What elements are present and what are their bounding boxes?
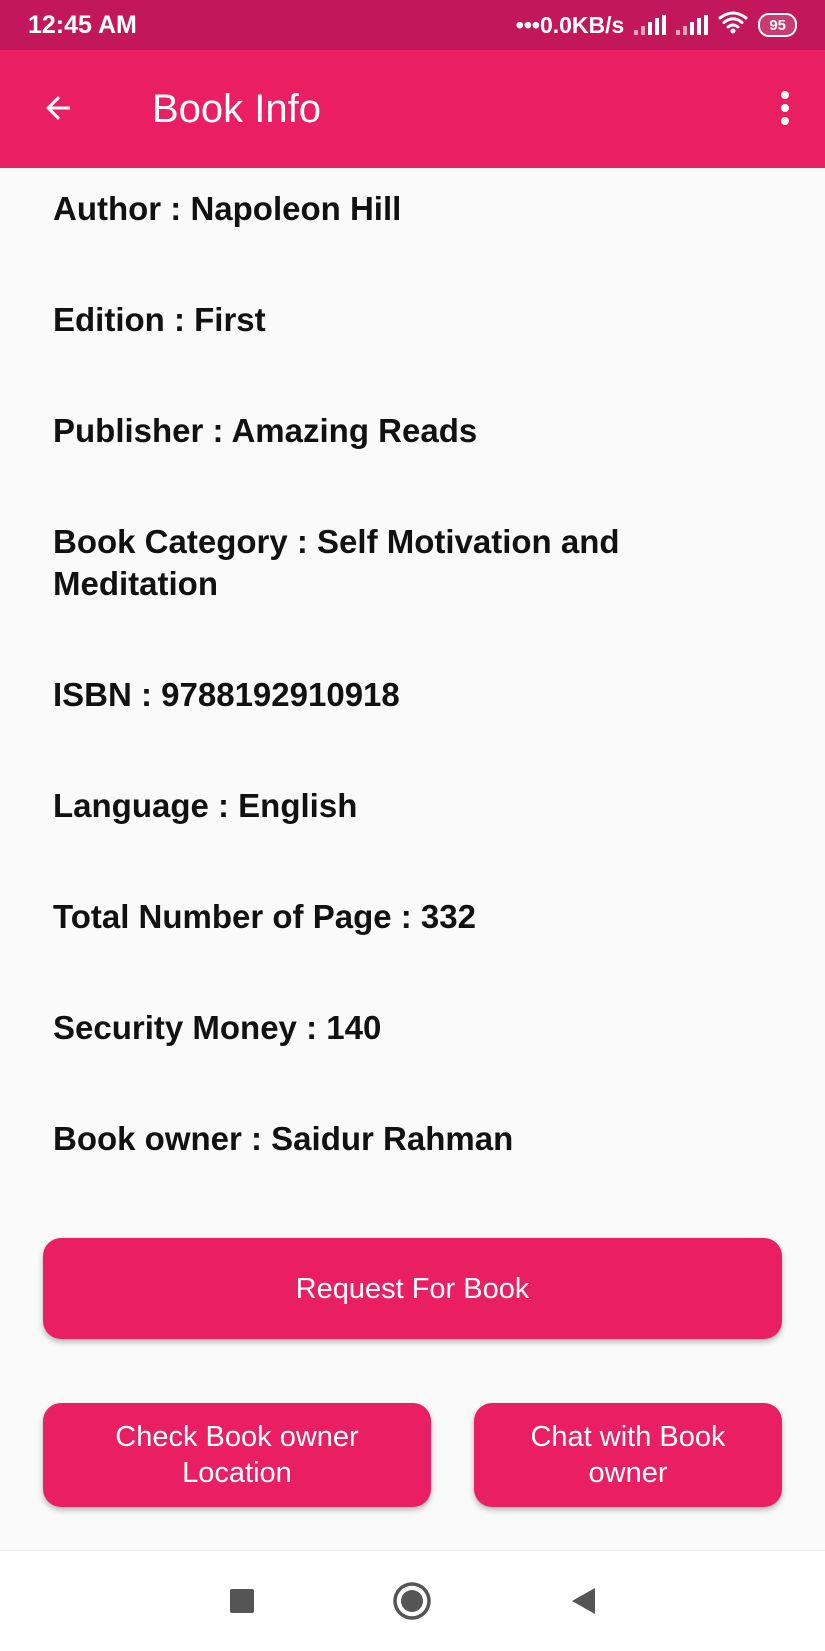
security-money-text: Security Money : 140	[53, 1009, 382, 1046]
back-nav-button[interactable]	[557, 1575, 609, 1627]
pages-text: Total Number of Page : 332	[53, 898, 476, 935]
signal-icon	[676, 15, 709, 35]
wifi-icon	[718, 10, 748, 40]
check-location-button[interactable]: Check Book owner Location	[43, 1403, 431, 1507]
recent-apps-icon	[230, 1589, 254, 1613]
network-speed: •••0.0KB/s	[515, 11, 625, 38]
navigation-bar	[0, 1550, 825, 1651]
page-title: Book Info	[152, 87, 322, 131]
back-icon	[572, 1588, 595, 1614]
language-text: Language : English	[53, 787, 358, 824]
isbn-text: ISBN : 9788192910918	[53, 676, 400, 713]
back-button[interactable]	[30, 80, 86, 136]
home-icon	[393, 1582, 431, 1620]
category-text: Book Category : Self Motivation and Medi…	[53, 523, 620, 602]
battery-icon: 95	[758, 13, 797, 37]
battery-level: 95	[769, 16, 786, 34]
publisher-text: Publisher : Amazing Reads	[53, 412, 478, 449]
more-vert-icon	[781, 91, 789, 99]
status-icons: •••0.0KB/s 95	[516, 10, 797, 40]
recent-apps-button[interactable]	[216, 1575, 268, 1627]
home-button[interactable]	[386, 1575, 438, 1627]
author-text: Author : Napoleon Hill	[53, 190, 402, 227]
signal-icon	[634, 15, 667, 35]
edition-text: Edition : First	[53, 301, 266, 338]
status-bar: 12:45 AM •••0.0KB/s 95	[0, 0, 825, 50]
app-bar: Book Info	[0, 50, 825, 168]
book-owner-text: Book owner : Saidur Rahman	[53, 1120, 514, 1157]
request-book-button[interactable]: Request For Book	[43, 1238, 782, 1339]
arrow-back-icon	[46, 96, 70, 120]
chat-owner-button[interactable]: Chat with Book owner	[474, 1403, 782, 1507]
more-options-button[interactable]	[765, 80, 805, 136]
status-time: 12:45 AM	[28, 10, 137, 39]
book-info-list: Author : Napoleon Hill Edition : First P…	[53, 188, 773, 1160]
